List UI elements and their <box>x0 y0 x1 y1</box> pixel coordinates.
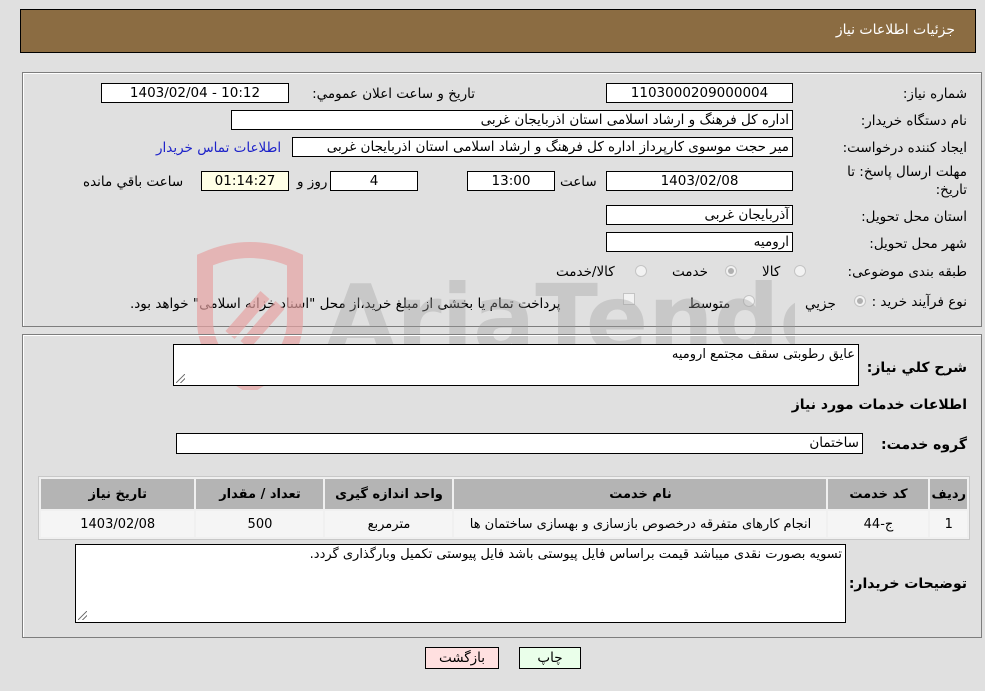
resize-grip-icon[interactable] <box>176 374 185 383</box>
col-quantity: تعداد / مقدار <box>196 479 324 509</box>
cell-row-number: 1 <box>930 511 967 537</box>
category-radio-goods-service[interactable] <box>635 265 647 277</box>
purchase-type-label: نوع فرآیند خرید : <box>871 294 967 310</box>
need-number-field: 1103000209000004 <box>606 83 793 103</box>
cell-quantity: 500 <box>196 511 324 537</box>
cell-unit: مترمربع <box>325 511 453 537</box>
category-option-service: خدمت <box>672 264 708 280</box>
announce-datetime-field: 1403/02/04 - 10:12 <box>101 83 289 103</box>
col-service-code: کد خدمت <box>828 479 929 509</box>
col-service-name: نام خدمت <box>454 479 827 509</box>
category-radio-service[interactable] <box>725 265 737 277</box>
deadline-time-label: ساعت <box>560 174 597 190</box>
treasury-note: پرداخت تمام یا بخشی از مبلغ خرید،از محل … <box>130 296 561 312</box>
print-button[interactable]: چاپ <box>519 647 581 669</box>
purchase-radio-minor[interactable] <box>854 295 866 307</box>
purchase-radio-medium[interactable] <box>743 295 755 307</box>
category-option-goods-service: کالا/خدمت <box>556 264 615 280</box>
buyer-org-field: اداره کل فرهنگ و ارشاد اسلامی استان اذرب… <box>231 110 793 130</box>
category-option-goods: کالا <box>762 264 781 280</box>
buyer-contact-link[interactable]: اطلاعات تماس خریدار <box>156 140 281 156</box>
description-text: عایق رطوبتی سقف مجتمع ارومیه <box>671 347 855 362</box>
table-row: 1 ج-44 انجام کارهای متفرقه درخصوص بازساز… <box>41 511 967 537</box>
page-title: جزئیات اطلاعات نیاز <box>835 22 955 38</box>
deadline-label: مهلت ارسال پاسخ: تا <box>847 164 967 180</box>
service-group-label: گروه خدمت: <box>881 437 967 453</box>
category-label: طبقه بندی موضوعی: <box>847 264 967 280</box>
service-group-field: ساختمان <box>176 433 863 454</box>
buyer-org-label: نام دستگاه خريدار: <box>860 113 967 129</box>
purchase-option-minor: جزيي <box>805 296 836 312</box>
requester-field: میر حجت موسوی کارپرداز اداره کل فرهنگ و … <box>292 137 793 157</box>
table-header-row: رديف کد خدمت نام خدمت واحد اندازه گیری ت… <box>41 479 967 509</box>
requester-label: ایجاد کننده درخواست: <box>842 140 967 156</box>
cell-service-name: انجام کارهای متفرقه درخصوص بازسازی و بهس… <box>454 511 827 537</box>
back-button[interactable]: بازگشت <box>425 647 499 669</box>
delivery-city-label: شهر محل تحویل: <box>869 236 967 252</box>
col-row-number: رديف <box>930 479 967 509</box>
days-suffix-label: روز و <box>297 174 328 190</box>
delivery-city-field: ارومیه <box>606 232 793 252</box>
delivery-province-field: آذربایجان غربی <box>606 205 793 225</box>
resize-grip-icon[interactable] <box>78 611 87 620</box>
announce-datetime-label: تاريخ و ساعت اعلان عمومي: <box>312 86 475 102</box>
cell-service-code: ج-44 <box>828 511 929 537</box>
services-heading: اطلاعات خدمات مورد نیاز <box>791 397 967 413</box>
deadline-date-field: 1403/02/08 <box>606 171 793 191</box>
deadline-label-date: تاریخ: <box>935 182 967 198</box>
treasury-checkbox[interactable] <box>623 293 635 305</box>
buyer-notes-textarea[interactable]: تسویه بصورت نقدی میباشد قیمت براساس فایل… <box>75 544 846 623</box>
col-unit: واحد اندازه گیری <box>325 479 453 509</box>
time-remaining-field: 01:14:27 <box>201 171 289 191</box>
cell-need-date: 1403/02/08 <box>41 511 195 537</box>
deadline-time-field: 13:00 <box>467 171 555 191</box>
buyer-notes-label: توضیحات خریدار: <box>848 576 967 592</box>
need-number-label: شماره نیاز: <box>902 86 967 102</box>
purchase-option-medium: متوسط <box>688 296 731 312</box>
delivery-province-label: استان محل تحویل: <box>861 209 967 225</box>
col-need-date: تاریخ نیاز <box>41 479 195 509</box>
buyer-notes-text: تسویه بصورت نقدی میباشد قیمت براساس فایل… <box>309 547 842 562</box>
page-header: جزئیات اطلاعات نیاز <box>20 9 976 53</box>
description-textarea[interactable]: عایق رطوبتی سقف مجتمع ارومیه <box>173 344 859 386</box>
category-radio-goods[interactable] <box>794 265 806 277</box>
description-label: شرح کلي نياز: <box>866 360 967 376</box>
time-remaining-suffix: ساعت باقي مانده <box>83 174 184 190</box>
days-remaining-field: 4 <box>330 171 418 191</box>
services-table: رديف کد خدمت نام خدمت واحد اندازه گیری ت… <box>38 476 970 540</box>
